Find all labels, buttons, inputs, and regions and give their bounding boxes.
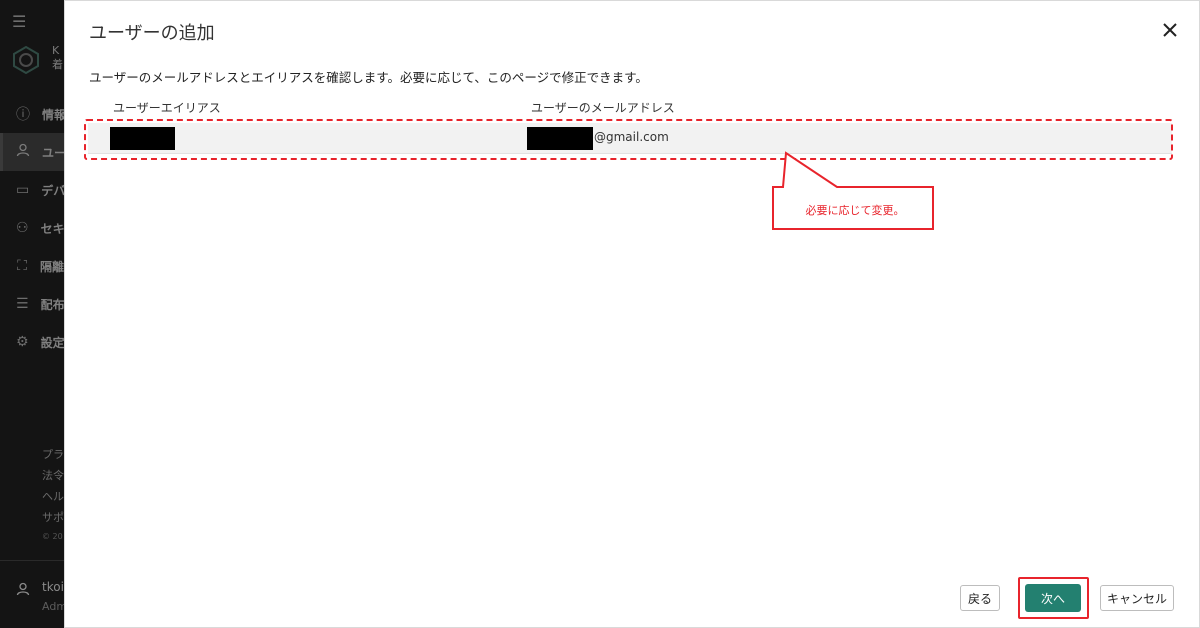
sidebar-item-info[interactable]: ⓘ 情報 — [0, 95, 64, 133]
background-sidebar: ☰ K 着 ⓘ 情報 ユー ▭ デバ ⚇ セキ ⛶ 隔離 ☰ 配布 ⚙ 設定 プ… — [0, 0, 64, 628]
footer-link[interactable]: ヘル — [42, 486, 64, 507]
annotation-callout-text: 必要に応じて変更。 — [805, 204, 905, 217]
sidebar-item-label: デバ — [41, 183, 64, 198]
gear-icon: ⚙ — [16, 334, 29, 350]
device-icon: ▭ — [16, 182, 30, 198]
account-role: Adm — [42, 600, 64, 613]
footer-links: プラ 法令 ヘル サポ — [42, 444, 64, 528]
hamburger-menu-icon[interactable]: ☰ — [12, 12, 26, 31]
back-button[interactable]: 戻る — [960, 585, 1000, 611]
user-icon — [16, 143, 30, 161]
sidebar-item-settings[interactable]: ⚙ 設定 — [0, 323, 64, 361]
annotation-next-highlight — [1018, 577, 1089, 619]
footer-link[interactable]: 法令 — [42, 465, 64, 486]
sidebar-item-label: セキ — [40, 221, 64, 236]
sidebar-item-distribution[interactable]: ☰ 配布 — [0, 285, 64, 323]
sidebar-item-label: 情報 — [42, 107, 64, 122]
footer-link[interactable]: プラ — [42, 444, 64, 465]
quarantine-icon: ⛶ — [17, 258, 27, 274]
footer-link[interactable]: サポ — [42, 507, 64, 528]
app-logo — [13, 46, 39, 74]
annotation-callout — [772, 151, 934, 230]
cancel-button[interactable]: キャンセル — [1100, 585, 1174, 611]
sidebar-item-label: 設定 — [40, 335, 64, 350]
brand-name: K 着 — [52, 44, 63, 71]
sidebar-divider — [0, 560, 64, 561]
security-icon: ⚇ — [16, 220, 29, 236]
account-icon — [16, 582, 30, 600]
distribution-icon: ☰ — [16, 296, 29, 312]
sidebar-item-label: 隔離 — [39, 259, 64, 274]
info-icon: ⓘ — [16, 107, 30, 123]
sidebar-item-label: 配布 — [40, 297, 64, 312]
sidebar-item-security[interactable]: ⚇ セキ — [0, 209, 64, 247]
sidebar-item-quarantine[interactable]: ⛶ 隔離 — [0, 247, 64, 285]
sidebar-item-users[interactable]: ユー — [0, 133, 64, 171]
sidebar-item-devices[interactable]: ▭ デバ — [0, 171, 64, 209]
account-name[interactable]: tkoi — [42, 580, 64, 594]
sidebar-item-label: ユー — [42, 145, 64, 160]
copyright-text: © 20 — [42, 532, 63, 541]
add-user-dialog: ユーザーの追加 ユーザーのメールアドレスとエイリアスを確認します。必要に応じて、… — [64, 0, 1200, 628]
